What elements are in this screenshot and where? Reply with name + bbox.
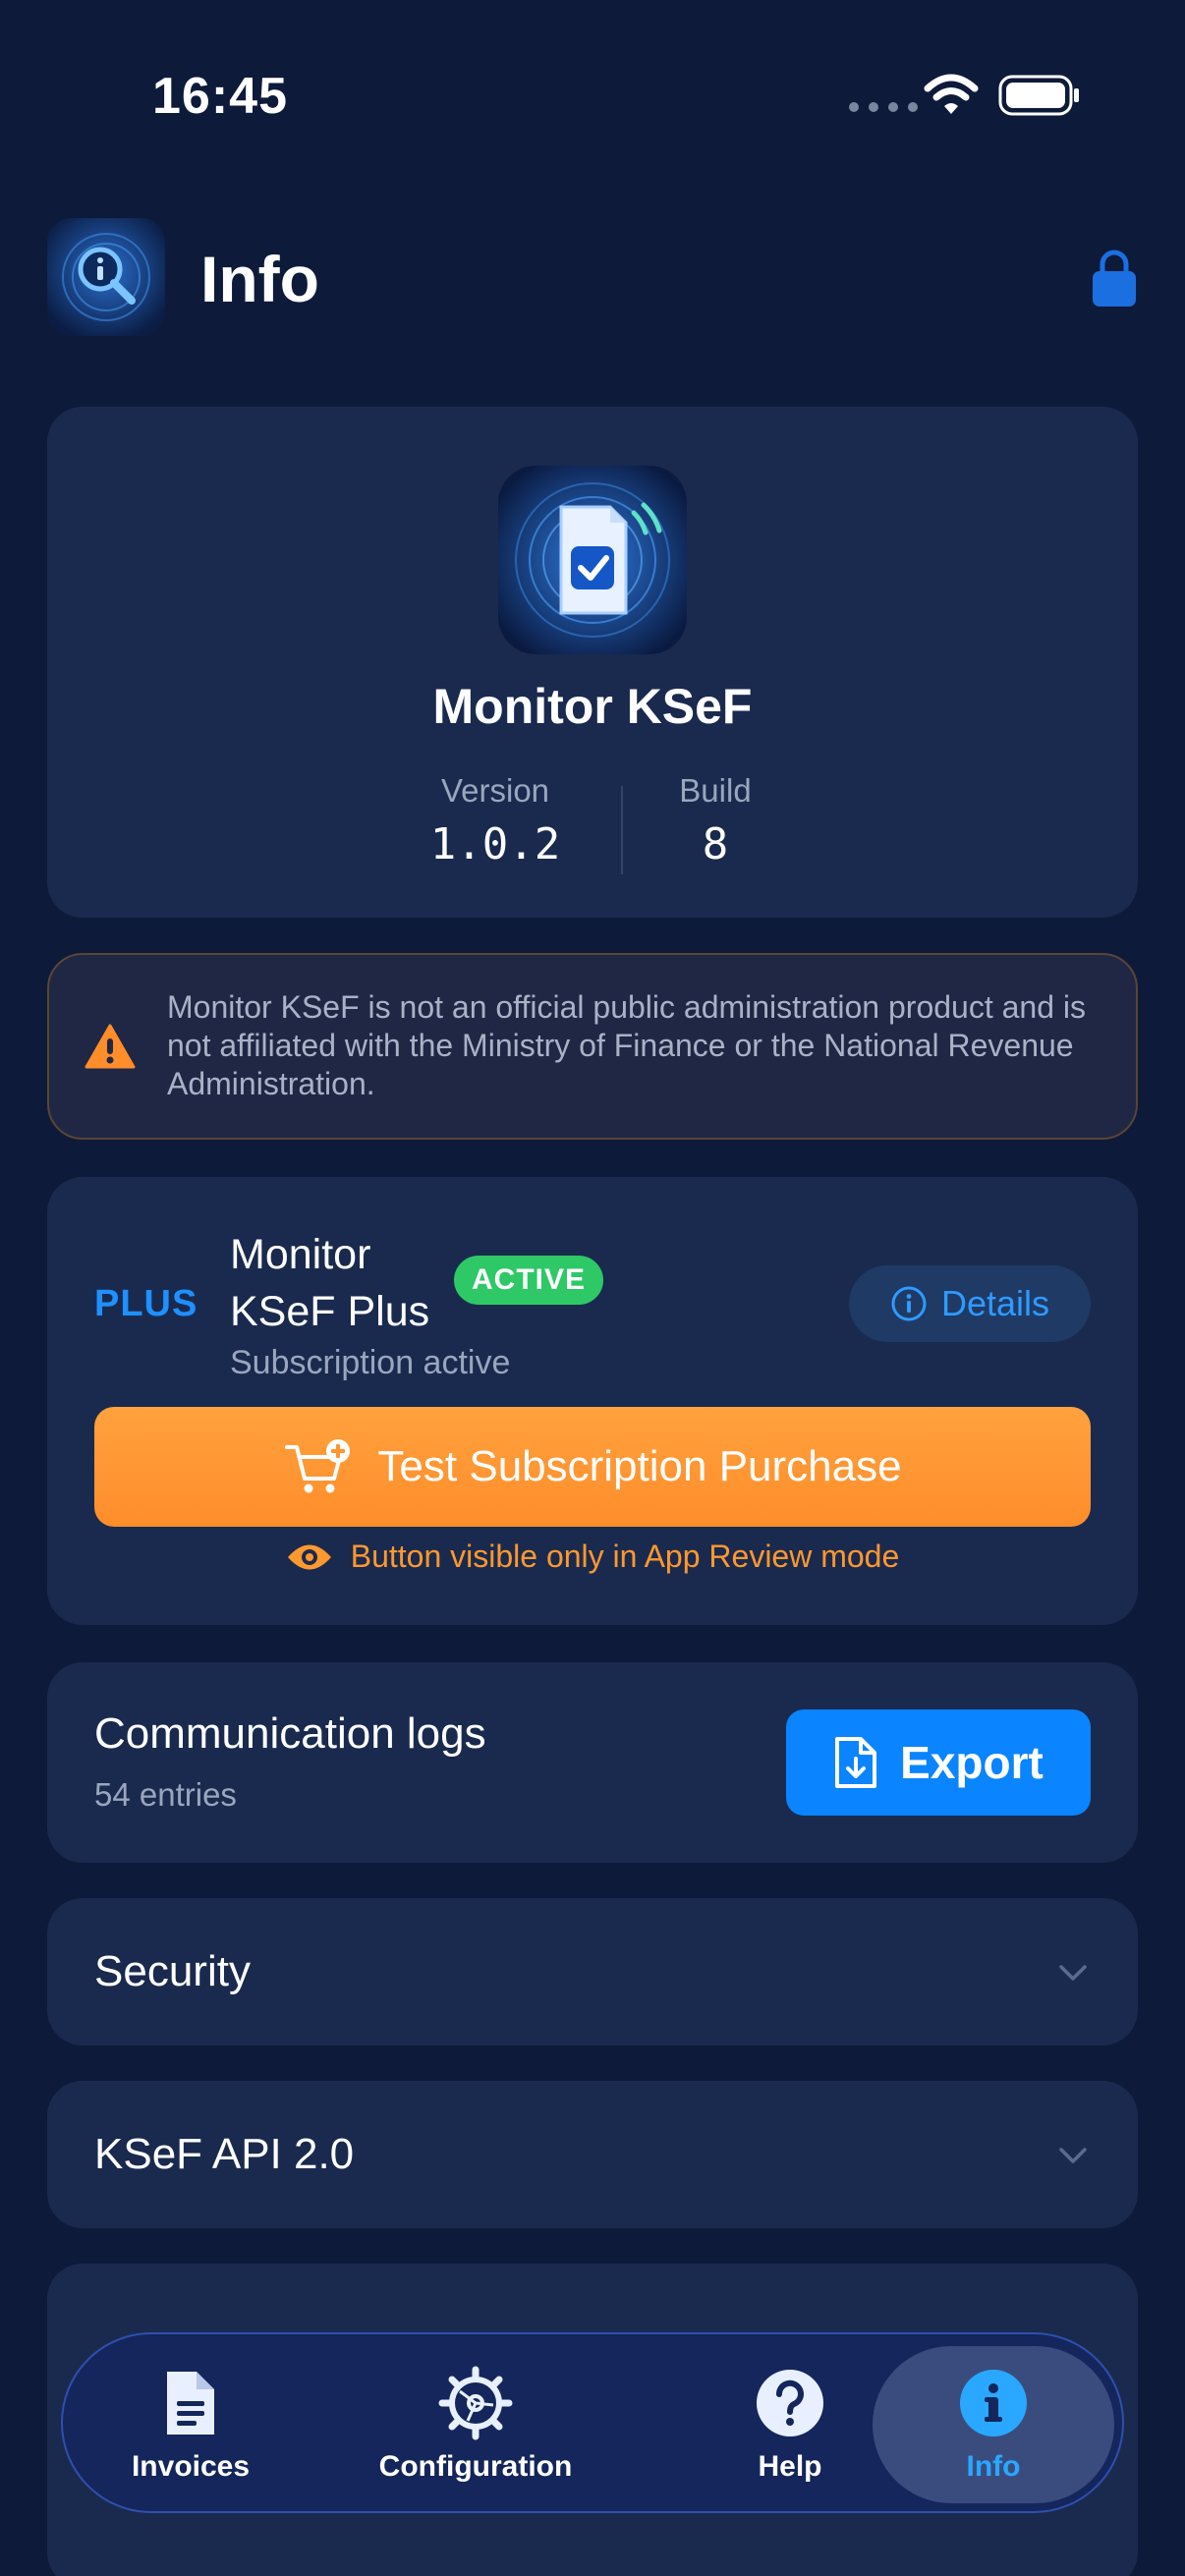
- tab-label: Info: [966, 2450, 1021, 2483]
- warning-icon: [85, 1024, 136, 1069]
- tab-label: Configuration: [378, 2450, 573, 2483]
- tab-label: Invoices: [131, 2450, 251, 2483]
- subscription-card: PLUS Monitor KSeF Plus ACTIVE Subscripti…: [47, 1177, 1138, 1625]
- disclaimer-text: Monitor KSeF is not an official public a…: [167, 989, 1086, 1101]
- ksef-api-section[interactable]: KSeF API 2.0: [47, 2081, 1138, 2228]
- api-title: KSeF API 2.0: [94, 2130, 355, 2178]
- details-button[interactable]: Details: [849, 1265, 1091, 1342]
- gear-icon: [438, 2366, 513, 2440]
- subscription-title: Monitor KSeF Plus: [230, 1231, 430, 1335]
- battery-icon: [998, 75, 1079, 116]
- info-circle-icon: [960, 2370, 1027, 2436]
- plus-label: PLUS: [94, 1283, 198, 1324]
- build-block: Build 8: [656, 772, 774, 869]
- chevron-down-icon: [1059, 1965, 1087, 1981]
- build-label: Build: [679, 772, 752, 809]
- version-label: Version: [440, 772, 550, 809]
- divider: [621, 786, 623, 874]
- app-icon: [498, 466, 687, 654]
- version-value: 1.0.2: [429, 819, 561, 869]
- communication-logs-card: Communication logs 54 entries Export: [47, 1662, 1138, 1863]
- page-title: Info: [200, 243, 319, 315]
- document-icon: [167, 2372, 214, 2435]
- cart-add-icon: [285, 1439, 351, 1493]
- details-label: Details: [940, 1283, 1050, 1323]
- tab-bar: Invoices Configuration Help Info: [61, 2332, 1124, 2513]
- export-button[interactable]: Export: [786, 1709, 1091, 1816]
- lock-icon[interactable]: [1091, 248, 1138, 308]
- build-value: 8: [702, 819, 729, 869]
- app-name: Monitor KSeF: [432, 679, 753, 734]
- cellular-signal-icon: [849, 102, 918, 112]
- question-circle-icon: [757, 2370, 823, 2436]
- chevron-down-icon: [1059, 2148, 1087, 2163]
- info-circle-icon: [891, 1286, 927, 1321]
- export-label: Export: [900, 1737, 1044, 1788]
- wifi-icon: [924, 74, 979, 114]
- review-note: Button visible only in App Review mode: [47, 1539, 1138, 1575]
- status-badge: ACTIVE: [454, 1256, 604, 1305]
- tab-configuration[interactable]: Configuration: [358, 2334, 593, 2515]
- security-title: Security: [94, 1947, 251, 1995]
- test-purchase-button[interactable]: Test Subscription Purchase: [94, 1407, 1091, 1527]
- tab-invoices[interactable]: Invoices: [102, 2334, 279, 2515]
- purchase-label: Test Subscription Purchase: [377, 1442, 902, 1490]
- status-time: 16:45: [152, 68, 288, 125]
- subscription-status: Subscription active: [230, 1344, 511, 1381]
- header: Info: [47, 218, 1138, 336]
- disclaimer-card: Monitor KSeF is not an official public a…: [47, 953, 1138, 1140]
- security-section[interactable]: Security: [47, 1898, 1138, 2045]
- eye-icon: [287, 1544, 331, 1569]
- logs-count: 54 entries: [94, 1776, 237, 1813]
- status-bar: 16:45: [0, 0, 1185, 187]
- tab-label: Help: [758, 2450, 822, 2483]
- review-note-text: Button visible only in App Review mode: [350, 1539, 900, 1574]
- info-search-icon: [47, 218, 165, 336]
- app-info-card: Monitor KSeF Version 1.0.2 Build 8: [47, 407, 1138, 918]
- logs-title: Communication logs: [94, 1709, 486, 1758]
- tab-info[interactable]: Info: [873, 2346, 1114, 2503]
- tab-help[interactable]: Help: [692, 2334, 888, 2515]
- version-block: Version 1.0.2: [426, 772, 564, 869]
- document-download-icon: [835, 1737, 877, 1788]
